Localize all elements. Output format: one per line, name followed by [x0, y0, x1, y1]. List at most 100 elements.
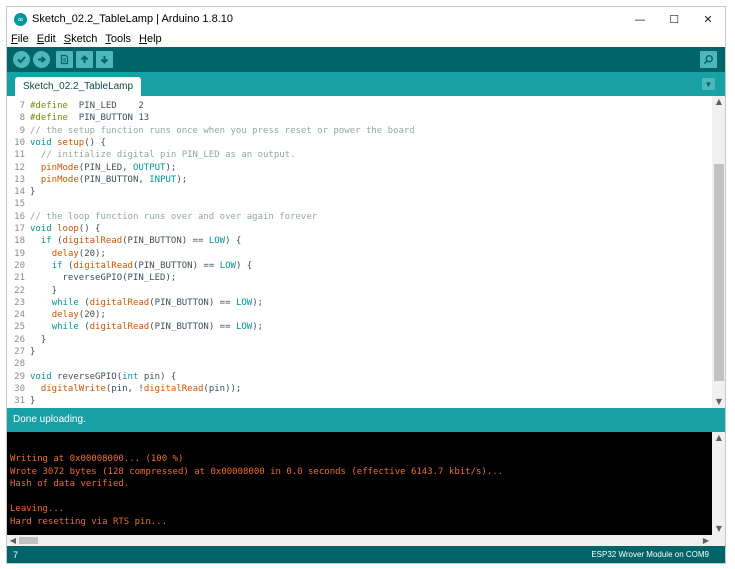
code-line[interactable]: 26 } — [7, 334, 712, 346]
window-controls: — ☐ ✕ — [623, 7, 725, 32]
code-line[interactable]: 18 if (digitalRead(PIN_BUTTON) == LOW) { — [7, 235, 712, 247]
code-token: ( — [62, 260, 74, 271]
code-line[interactable]: 27} — [7, 346, 712, 358]
code-text: // the loop function runs over and over … — [30, 211, 317, 223]
line-number: 21 — [14, 273, 25, 284]
code-line[interactable]: 10 void setup() { — [7, 137, 712, 149]
code-line[interactable]: 22 } — [7, 285, 712, 297]
new-sketch-button[interactable] — [56, 51, 73, 68]
code-editor[interactable]: 7 #define PIN_LED 2 8 #define PIN_BUTTON 13… — [7, 96, 712, 408]
code-token: OUTPUT — [132, 162, 166, 173]
line-number: 11 — [14, 150, 25, 161]
code-line[interactable]: 12 pinMode(PIN_LED, OUTPUT); — [7, 162, 712, 174]
code-line[interactable]: 17 void loop() { — [7, 223, 712, 235]
menu-sketch-mnemonic: S — [63, 33, 72, 45]
console-hscroll-thumb[interactable] — [19, 537, 38, 544]
menu-tools-label: ools — [110, 33, 132, 45]
code-line[interactable]: 15 — [7, 198, 712, 210]
scroll-left-icon[interactable]: ◀ — [7, 535, 19, 546]
tab-sketch[interactable]: Sketch_02.2_TableLamp — [15, 77, 142, 96]
editor-scroll-thumb[interactable] — [714, 164, 724, 381]
arduino-ide-window: ∞ Sketch_02.2_TableLamp | Arduino 1.8.10… — [6, 6, 726, 564]
upload-button[interactable] — [33, 51, 50, 68]
serial-monitor-button[interactable] — [700, 51, 717, 68]
console-vertical-scrollbar[interactable]: ▲ ▼ — [712, 432, 725, 535]
code-token: () { — [84, 137, 106, 148]
code-line[interactable]: 29 void reverseGPIO(int pin) { — [7, 371, 712, 383]
code-line[interactable]: 8 #define PIN_BUTTON 13 — [7, 112, 712, 124]
line-number: 26 — [14, 334, 25, 345]
line-number: 18 — [14, 236, 25, 247]
scroll-right-icon[interactable]: ▶ — [700, 535, 712, 546]
console-horizontal-scrollbar[interactable]: ◀ ▶ — [7, 535, 712, 546]
code-token: // the loop function runs over and over … — [30, 211, 318, 222]
code-token: ); — [252, 297, 264, 308]
code-line[interactable]: 30 digitalWrite(pin, !digitalRead(pin)); — [7, 383, 712, 395]
code-line[interactable]: 23 while (digitalRead(PIN_BUTTON) == LOW… — [7, 297, 712, 309]
line-number: 23 — [14, 297, 25, 308]
line-number: 22 — [14, 285, 25, 296]
menu-bar: File Edit Sketch Tools Help — [7, 31, 725, 47]
code-token: (PIN_BUTTON) == — [149, 297, 236, 308]
code-text: while (digitalRead(PIN_BUTTON) == LOW); — [30, 297, 263, 309]
menu-sketch[interactable]: Sketch — [60, 31, 102, 47]
minimize-button[interactable]: — — [623, 7, 657, 32]
console-line: Leaving... — [10, 504, 65, 514]
menu-edit[interactable]: Edit — [33, 31, 60, 47]
code-line[interactable]: 13 pinMode(PIN_BUTTON, INPUT); — [7, 174, 712, 186]
close-button[interactable]: ✕ — [691, 7, 725, 32]
menu-help[interactable]: Help — [135, 31, 166, 47]
code-line[interactable]: 16 // the loop function runs over and ove… — [7, 211, 712, 223]
menu-tools[interactable]: Tools — [101, 31, 135, 47]
code-line[interactable]: 24 delay(20); — [7, 309, 712, 321]
code-token: pinMode — [40, 174, 79, 185]
code-token: LOW — [208, 236, 226, 247]
scroll-up-icon[interactable]: ▲ — [712, 96, 725, 108]
open-sketch-button[interactable] — [76, 51, 93, 68]
verify-button[interactable] — [13, 51, 30, 68]
code-text: delay(20); — [30, 309, 106, 321]
tab-menu-button[interactable]: ▼ — [702, 78, 715, 90]
line-number: 8 — [19, 113, 25, 124]
code-text: if (digitalRead(PIN_BUTTON) == LOW) { — [30, 260, 253, 272]
maximize-button[interactable]: ☐ — [657, 7, 691, 32]
line-number: 15 — [14, 199, 25, 210]
code-token: ) { — [235, 260, 253, 271]
code-line[interactable]: 25 while (digitalRead(PIN_BUTTON) == LOW… — [7, 321, 712, 333]
code-line[interactable]: 21 reverseGPIO(PIN_LED); — [7, 272, 712, 284]
code-line[interactable]: 11 // initialize digital pin PIN_LED as … — [7, 149, 712, 161]
footer-bar: 7 ESP32 Wrover Module on COM9 — [7, 546, 725, 563]
code-token: digitalRead — [143, 383, 204, 394]
console-scroll-up-icon[interactable]: ▲ — [712, 432, 725, 444]
code-token: digitalRead — [89, 322, 150, 333]
code-token: setup — [57, 137, 85, 148]
editor-vertical-scrollbar[interactable]: ▲ ▼ — [712, 96, 725, 408]
arrow-up-icon — [80, 55, 89, 63]
code-line[interactable]: 7 #define PIN_LED 2 — [7, 100, 712, 112]
code-line[interactable]: 31} — [7, 395, 712, 407]
scroll-down-icon[interactable]: ▼ — [712, 396, 725, 408]
code-line[interactable]: 19 delay(20); — [7, 248, 712, 260]
menu-file[interactable]: File — [7, 31, 33, 47]
code-token: } — [30, 347, 36, 357]
code-token: (20); — [78, 310, 106, 321]
code-token: (pin)); — [203, 383, 242, 394]
code-line[interactable]: 9 // the setup function runs once when yo… — [7, 125, 712, 137]
code-line[interactable]: 14} — [7, 186, 712, 198]
code-token: ( — [51, 236, 63, 247]
save-sketch-button[interactable] — [96, 51, 113, 68]
code-token: INPUT — [149, 174, 177, 185]
console-scroll-down-icon[interactable]: ▼ — [712, 523, 725, 535]
code-token: (PIN_LED, — [78, 162, 133, 173]
code-text: #define PIN_LED 2 — [30, 100, 144, 112]
code-token: LOW — [235, 322, 253, 333]
code-line[interactable]: 20 if (digitalRead(PIN_BUTTON) == LOW) { — [7, 260, 712, 272]
code-line[interactable]: 28 — [7, 358, 712, 370]
output-console[interactable]: Writing at 0x00008000... (100 %) Wrote 30… — [7, 432, 712, 535]
triangle-down-icon: ▼ — [704, 79, 713, 89]
menu-help-label: elp — [147, 33, 162, 45]
line-number: 20 — [14, 260, 25, 271]
code-token: } — [30, 187, 36, 198]
